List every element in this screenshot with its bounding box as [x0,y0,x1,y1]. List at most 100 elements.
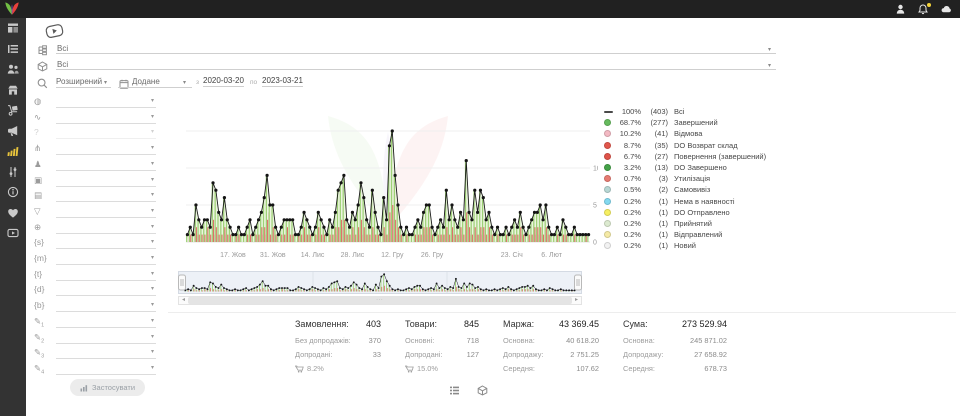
filter-select-underline[interactable] [56,138,156,139]
filter-select-underline[interactable] [56,248,156,249]
filter-select-underline[interactable] [56,217,156,218]
caret-down-icon[interactable]: ▾ [151,302,154,308]
filter-row-custom-field-1[interactable]: ✎1▾ [34,315,160,329]
list-view-icon[interactable] [449,383,460,401]
var-t-icon: {t} [34,268,50,280]
cube-view-icon[interactable] [477,383,488,401]
category-filter-input[interactable] [56,42,776,54]
legend-item[interactable]: 10.2%(41)Відмова [604,128,766,139]
date-from-input[interactable]: 2020-03-20 [203,76,244,87]
loyalty-icon[interactable] [0,203,26,224]
caret-down-icon[interactable]: ▾ [151,129,154,135]
caret-down-icon[interactable]: ▾ [151,224,154,230]
settings-sliders-icon[interactable] [0,162,26,183]
caret-down-icon[interactable]: ▾ [151,114,154,120]
filter-select-underline[interactable] [56,154,156,155]
filter-row-cube[interactable]: ▣▾ [34,174,160,188]
product-filter-input[interactable] [56,58,776,70]
caret-down-icon[interactable]: ▾ [151,271,154,277]
filter-row-var-t[interactable]: {t} ▾ [34,268,160,282]
filter-row-custom-field-2[interactable]: ✎2▾ [34,331,160,345]
scrollbar-thumb[interactable]: ∙∙∙ [188,297,572,304]
caret-down-icon[interactable]: ▾ [151,239,154,245]
filter-select-underline[interactable] [56,201,156,202]
legend-item[interactable]: 3.2%(13)DO Завершено [604,162,766,173]
filter-row-funnel[interactable]: ▽▾ [34,205,160,219]
filter-row-trend[interactable]: ∿▾ [34,111,160,125]
legend-item[interactable]: 100%(403)Всі [604,106,766,117]
filter-select-underline[interactable] [56,186,156,187]
navigator-right-handle[interactable] [575,275,582,290]
filter-select-underline[interactable] [56,327,156,328]
filter-select-underline[interactable] [56,311,156,312]
megaphone-icon[interactable] [0,121,26,142]
caret-down-icon[interactable]: ▾ [151,192,154,198]
filter-row-person[interactable]: ♟▾ [34,158,160,172]
caret-down-icon[interactable]: ▾ [151,286,154,292]
cloud-icon[interactable] [941,5,952,13]
filter-row-custom-field-4[interactable]: ✎4▾ [34,362,160,376]
orders-list-icon[interactable] [0,39,26,60]
filter-select-underline[interactable] [56,170,156,171]
filter-row-help[interactable]: ?▾ [34,126,160,140]
filter-select-underline[interactable] [56,374,156,375]
caret-down-icon[interactable]: ▾ [151,161,154,167]
video-icon[interactable] [0,223,26,244]
filter-row-sitemap[interactable]: ⋔▾ [34,142,160,156]
range-navigator[interactable] [178,271,582,295]
company-logo[interactable] [3,1,21,17]
caret-down-icon[interactable]: ▾ [768,63,771,69]
filter-row-custom-field-3[interactable]: ✎3▾ [34,346,160,360]
user-icon[interactable] [896,4,905,14]
caret-down-icon[interactable]: ▾ [151,365,154,371]
navigator-scrollbar[interactable]: ◂ ∙∙∙ ▸ [178,296,582,305]
legend-item[interactable]: 6.7%(27)Повернення (завершений) [604,151,766,162]
legend-item[interactable]: 0.7%(3)Утилізація [604,173,766,184]
legend-item[interactable]: 0.2%(1)Нема в наявності [604,196,766,207]
apply-button[interactable]: Застосувати [70,379,145,396]
legend-item[interactable]: 0.5%(2)Самовивіз [604,184,766,195]
filter-row-var-m[interactable]: {m}▾ [34,252,160,266]
legend-item[interactable]: 8.7%(35)DO Возврат склад [604,140,766,151]
navigator-left-handle[interactable] [179,275,186,290]
filter-select-underline[interactable] [56,123,156,124]
cart-icon[interactable] [0,100,26,121]
caret-down-icon[interactable]: ▾ [768,47,771,53]
legend-item[interactable]: 0.2%(1)Новий [604,240,766,251]
caret-down-icon[interactable]: ▾ [151,255,154,261]
caret-down-icon[interactable]: ▾ [151,145,154,151]
filter-select-underline[interactable] [56,343,156,344]
filter-row-var-s[interactable]: {s}▾ [34,236,160,250]
filter-select-underline[interactable] [56,233,156,234]
filter-row-globe-grid[interactable]: ⊕▾ [34,221,160,235]
scroll-left-icon[interactable]: ◂ [179,296,188,305]
filter-select-underline[interactable] [56,358,156,359]
caret-down-icon[interactable]: ▾ [151,349,154,355]
legend-item[interactable]: 0.2%(1)Прийнятий [604,218,766,229]
date-to-input[interactable]: 2023-03-21 [262,76,303,87]
store-icon[interactable] [0,80,26,101]
legend-item[interactable]: 68.7%(277)Завершений [604,117,766,128]
scroll-right-icon[interactable]: ▸ [572,296,581,305]
filter-row-banknote[interactable]: ▤▾ [34,189,160,203]
clients-icon[interactable] [0,59,26,80]
filter-row-globe[interactable]: ◍▾ [34,95,160,109]
filter-select-underline[interactable] [56,107,156,108]
filter-row-var-b[interactable]: {b}▾ [34,299,160,313]
filter-select-underline[interactable] [56,295,156,296]
legend-item[interactable]: 0.2%(1)DO Отправлено [604,207,766,218]
search-icon[interactable] [37,76,48,94]
caret-down-icon[interactable]: ▾ [151,334,154,340]
filter-row-var-d[interactable]: {d}▾ [34,283,160,297]
stats-icon[interactable] [0,141,26,162]
caret-down-icon[interactable]: ▾ [151,177,154,183]
caret-down-icon[interactable]: ▾ [151,98,154,104]
caret-down-icon[interactable]: ▾ [151,318,154,324]
caret-down-icon[interactable]: ▾ [151,208,154,214]
dashboard-icon[interactable] [0,18,26,39]
info-icon[interactable] [0,182,26,203]
filter-select-underline[interactable] [56,280,156,281]
bell-icon[interactable] [918,4,928,15]
filter-select-underline[interactable] [56,264,156,265]
legend-item[interactable]: 0.2%(1)Відправлений [604,229,766,240]
